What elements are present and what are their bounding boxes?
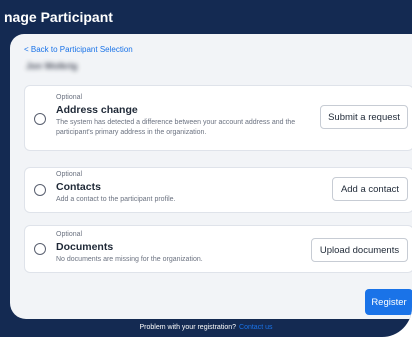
add-contact-button[interactable]: Add a contact [332, 177, 408, 201]
participant-name-blurred: Jon Wolkrig [26, 61, 78, 71]
register-button[interactable]: Register [365, 289, 412, 315]
submit-request-button[interactable]: Submit a request [320, 105, 408, 129]
upload-documents-button[interactable]: Upload documents [311, 238, 408, 262]
footer: Problem with your registration? Contact u… [0, 319, 412, 337]
documents-radio[interactable] [34, 243, 46, 255]
address-change-description: The system has detected a difference bet… [56, 119, 296, 136]
address-change-title: Address change [56, 104, 138, 116]
documents-card: Optional Documents No documents are miss… [24, 225, 412, 273]
contacts-optional-label: Optional [56, 171, 83, 178]
documents-description: No documents are missing for the organiz… [56, 256, 203, 263]
back-to-selection-link[interactable]: < Back to Participant Selection [24, 45, 133, 54]
documents-optional-label: Optional [56, 231, 83, 238]
participant-name: Jon Wolkrig [26, 61, 80, 71]
contacts-description: Add a contact to the participant profile… [56, 196, 176, 203]
contacts-title: Contacts [56, 181, 101, 193]
documents-title: Documents [56, 241, 114, 253]
app-frame: nage Participant < Back to Participant S… [0, 0, 412, 337]
address-change-card: Optional Address change The system has d… [24, 85, 412, 151]
main-content: < Back to Participant Selection Jon Wolk… [10, 34, 412, 319]
address-change-radio[interactable] [34, 113, 46, 125]
contacts-card: Optional Contacts Add a contact to the p… [24, 167, 412, 213]
contact-us-link[interactable]: Contact us [239, 324, 272, 331]
page-title: nage Participant [4, 9, 113, 25]
contacts-radio[interactable] [34, 184, 46, 196]
page-header: nage Participant [0, 0, 412, 34]
footer-text: Problem with your registration? [139, 324, 237, 331]
address-change-optional-label: Optional [56, 94, 83, 101]
